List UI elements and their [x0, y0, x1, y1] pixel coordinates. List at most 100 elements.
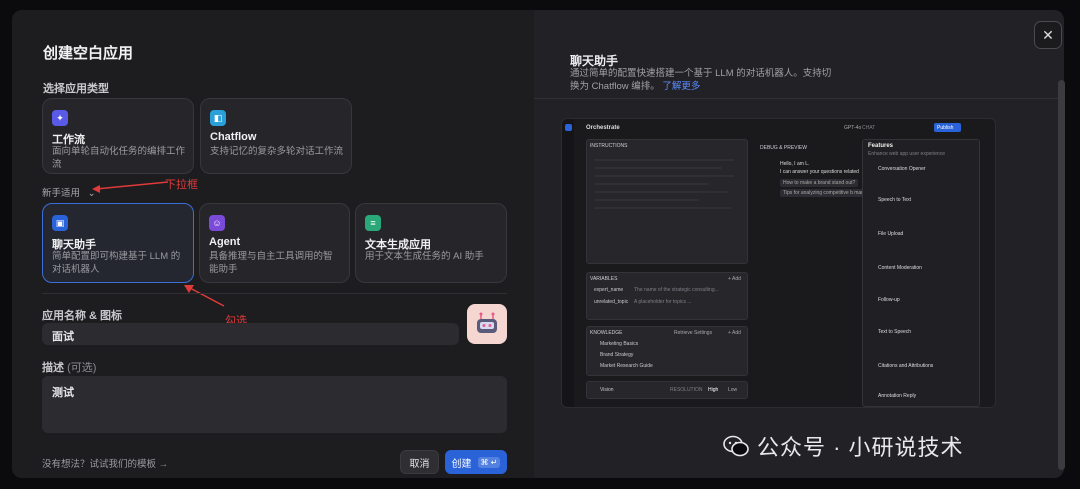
chat-assistant-icon: ▣ — [52, 215, 68, 231]
app-icon-picker[interactable] — [467, 304, 507, 344]
desc-optional: (可选) — [67, 362, 97, 374]
orchestrate-title: Orchestrate — [586, 125, 620, 131]
text-gen-icon: ≡ — [365, 215, 381, 231]
card-desc: 支持记忆的复杂多轮对话工作流 — [210, 146, 344, 157]
newbie-label: 新手适用 — [42, 188, 81, 199]
text-line — [594, 159, 734, 161]
card-desc: 具备推理与自主工具调用的智能助手 — [209, 251, 333, 275]
feature-item: Citations and Attributions — [878, 363, 934, 369]
model-selector: GPT-4o — [844, 125, 862, 131]
text-line — [594, 207, 732, 209]
card-desc: 用于文本生成任务的 AI 助手 — [365, 251, 484, 262]
newbie-dropdown[interactable]: 新手适用 ⌄ — [42, 185, 96, 199]
add-label: + Add — [728, 276, 741, 282]
text-line — [594, 183, 709, 185]
create-app-dialog: 创建空白应用 选择应用类型 ✦ 工作流 面向单轮自动化任务的编排工作流 ◧ Ch… — [12, 10, 1064, 478]
kb3: Market Research Guide — [600, 363, 653, 369]
app-desc-textarea[interactable]: 测试 — [42, 376, 507, 433]
debug-label: DEBUG & PREVIEW — [760, 145, 807, 151]
chat-tag: CHAT — [862, 125, 876, 131]
feature-item: File Upload — [878, 231, 904, 237]
agent-icon: ☺ — [209, 215, 225, 231]
resolution-label: RESOLUTION — [670, 387, 703, 393]
annotation-dropdown: 下拉框 — [165, 179, 198, 191]
var2-desc: A placeholder for topics ... — [634, 299, 692, 305]
hello-text-2: I can answer your questions related — [780, 169, 859, 175]
feature-item: Annotation Reply — [878, 393, 917, 399]
feature-item: Content Moderation — [878, 265, 922, 271]
high-option: High — [708, 387, 719, 393]
feature-item: Follow-up — [878, 297, 900, 303]
var1-desc: The name of the strategic consulting... — [634, 287, 719, 293]
robot-icon — [477, 312, 497, 333]
scrollbar[interactable] — [1058, 80, 1065, 470]
app-type-label: 选择应用类型 — [43, 83, 109, 95]
chatflow-icon: ◧ — [210, 110, 226, 126]
instructions-box — [586, 139, 748, 264]
divider — [534, 98, 1064, 99]
dialog-title: 创建空白应用 — [43, 45, 134, 62]
app-type-workflow-card[interactable]: ✦ 工作流 面向单轮自动化任务的编排工作流 — [42, 98, 194, 174]
feature-item: Text to Speech — [878, 329, 912, 335]
add-label: + Add — [728, 330, 741, 336]
features-title: Features — [868, 143, 894, 149]
app-name-value: 面试 — [52, 331, 74, 343]
text-line — [594, 167, 722, 169]
learn-more-link[interactable]: 了解更多 — [662, 81, 700, 92]
feature-item: Conversation Opener — [878, 166, 926, 172]
watermark: 公众号 · 小研说技术 — [723, 430, 964, 462]
close-button[interactable]: ✕ — [1034, 21, 1062, 49]
wechat-icon — [723, 435, 749, 457]
app-name-input[interactable]: 面试 — [42, 323, 459, 345]
app-icon — [565, 124, 572, 131]
preview-desc-text: 通过简单的配置快速搭建一个基于 LLM 的对话机器人。支持切换为 Chatflo… — [570, 68, 832, 92]
text-line — [594, 175, 734, 177]
vision-label: Vision — [600, 387, 614, 393]
feature-item: Speech to Text — [878, 197, 911, 203]
card-desc: 面向单轮自动化任务的编排工作流 — [52, 146, 186, 170]
shortcut-badge: ⌘ ↵ — [477, 456, 501, 468]
suggested-question: How to make a brand stand out? — [780, 179, 859, 187]
desc-label: 描述 (可选) — [42, 359, 96, 375]
app-desc-value: 测试 — [52, 387, 74, 399]
variables-label: VARIABLES — [590, 276, 618, 282]
low-option: Low — [728, 387, 738, 393]
close-icon: ✕ — [1042, 26, 1054, 43]
publish-label: Publish — [937, 125, 954, 131]
preview-panel: 聊天助手 通过简单的配置快速搭建一个基于 LLM 的对话机器人。支持切换为 Ch… — [534, 10, 1064, 478]
watermark-text: 公众号 · 小研说技术 — [757, 435, 964, 460]
app-type-agent-card[interactable]: ☺ Agent 具备推理与自主工具调用的智能助手 — [199, 203, 350, 283]
name-label: 应用名称 & 图标 — [42, 310, 123, 322]
preview-screenshot: Orchestrate GPT-4o CHAT Publish INSTRUCT… — [561, 118, 996, 408]
features-subtitle: Enhance web app user experience — [868, 151, 945, 157]
var1-name: expert_name — [594, 287, 624, 293]
cancel-button[interactable]: 取消 — [400, 450, 439, 474]
preview-desc: 通过简单的配置快速搭建一个基于 LLM 的对话机器人。支持切换为 Chatflo… — [570, 67, 840, 93]
text-line — [594, 199, 699, 201]
hello-text: Hello, I am L. — [780, 161, 810, 167]
retrieve-settings: Retrieve Settings — [674, 330, 713, 336]
app-type-chat-assistant-card[interactable]: ▣ 聊天助手 简单配置即可构建基于 LLM 的对话机器人 — [42, 203, 194, 283]
divider — [42, 293, 507, 294]
card-title: Chatflow — [210, 131, 257, 143]
suggested-question: Tips for analyzing competitive b marke — [780, 189, 872, 197]
card-title: Agent — [209, 236, 241, 248]
text-line — [594, 191, 729, 193]
kb2: Brand Strategy — [600, 352, 634, 358]
app-type-text-gen-card[interactable]: ≡ 文本生成应用 用于文本生成任务的 AI 助手 — [355, 203, 507, 283]
template-link[interactable]: 没有想法？试试我们的模板 → — [42, 456, 168, 470]
knowledge-label: KNOWLEDGE — [590, 330, 623, 336]
kb1: Marketing Basics — [600, 341, 639, 347]
preview-sidebar — [562, 119, 574, 407]
create-label: 创建 — [451, 458, 472, 470]
create-form-panel: 创建空白应用 选择应用类型 ✦ 工作流 面向单轮自动化任务的编排工作流 ◧ Ch… — [12, 10, 534, 478]
card-desc: 简单配置即可构建基于 LLM 的对话机器人 — [52, 251, 181, 275]
instructions-label: INSTRUCTIONS — [590, 143, 628, 149]
workflow-icon: ✦ — [52, 110, 68, 126]
var2-name: unrelated_topic — [594, 299, 629, 305]
app-type-chatflow-card[interactable]: ◧ Chatflow 支持记忆的复杂多轮对话工作流 — [200, 98, 352, 174]
annotation-arrow-dropdown — [92, 181, 169, 193]
create-button[interactable]: 创建 ⌘ ↵ — [445, 450, 507, 474]
desc-label-text: 描述 — [42, 362, 64, 374]
annotation-arrow-check — [184, 285, 225, 307]
